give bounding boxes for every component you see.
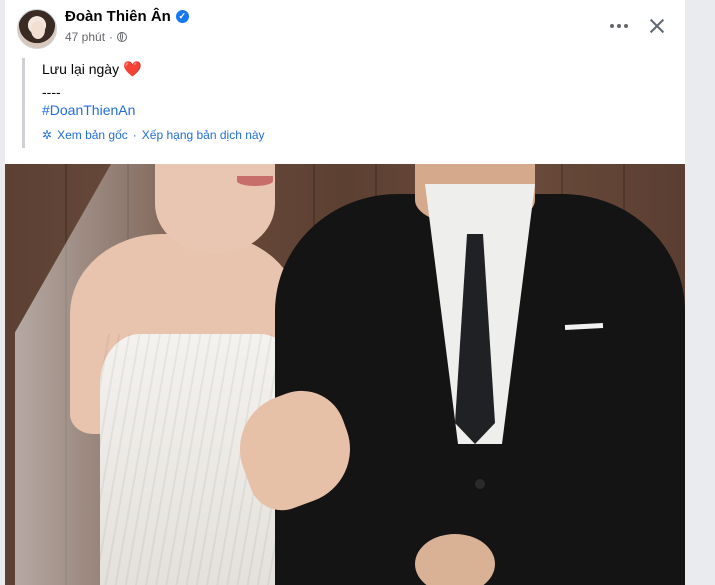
photo-bride-lips bbox=[237, 176, 273, 186]
post-text: Lưu lại ngày ❤️ ---- #DoanThienAn ✲ Xem … bbox=[22, 58, 662, 148]
more-options-button[interactable] bbox=[605, 14, 633, 38]
caption-dashes: ---- bbox=[42, 84, 61, 100]
post-meta: 47 phút · bbox=[65, 30, 128, 44]
dot-icon bbox=[610, 24, 614, 28]
meta-separator: · bbox=[109, 30, 114, 44]
post-timestamp[interactable]: 47 phút bbox=[65, 30, 105, 44]
author-avatar[interactable] bbox=[17, 9, 57, 49]
rate-translation-link[interactable]: Xếp hạng bản dịch này bbox=[142, 128, 265, 142]
photo-suit-button bbox=[475, 479, 485, 489]
dot-icon bbox=[624, 24, 628, 28]
post-card: Đoàn Thiên Ân ✓ 47 phút · Lưu lại ngày ❤… bbox=[5, 0, 685, 585]
author-name[interactable]: Đoàn Thiên Ân bbox=[65, 8, 171, 25]
globe-icon[interactable] bbox=[117, 32, 128, 42]
author-name-row: Đoàn Thiên Ân ✓ bbox=[65, 8, 189, 25]
caption-text: Lưu lại ngày bbox=[42, 61, 120, 77]
post-header: Đoàn Thiên Ân ✓ 47 phút · bbox=[5, 0, 685, 52]
translation-bar: ✲ Xem bản gốc · Xếp hạng bản dịch này bbox=[42, 128, 265, 142]
hashtag-link[interactable]: #DoanThienAn bbox=[42, 102, 135, 118]
post-photo[interactable] bbox=[5, 164, 685, 585]
heart-emoji-icon: ❤️ bbox=[123, 61, 142, 78]
view-original-link[interactable]: Xem bản gốc bbox=[57, 128, 128, 142]
avatar-face bbox=[31, 21, 45, 39]
dot-icon bbox=[617, 24, 621, 28]
close-icon[interactable] bbox=[643, 12, 671, 40]
translate-separator: · bbox=[132, 128, 137, 142]
verified-badge-icon: ✓ bbox=[175, 10, 189, 23]
photo-groom-hand bbox=[415, 534, 495, 585]
post-caption: Lưu lại ngày ❤️ bbox=[42, 60, 142, 78]
gear-icon: ✲ bbox=[42, 128, 53, 142]
